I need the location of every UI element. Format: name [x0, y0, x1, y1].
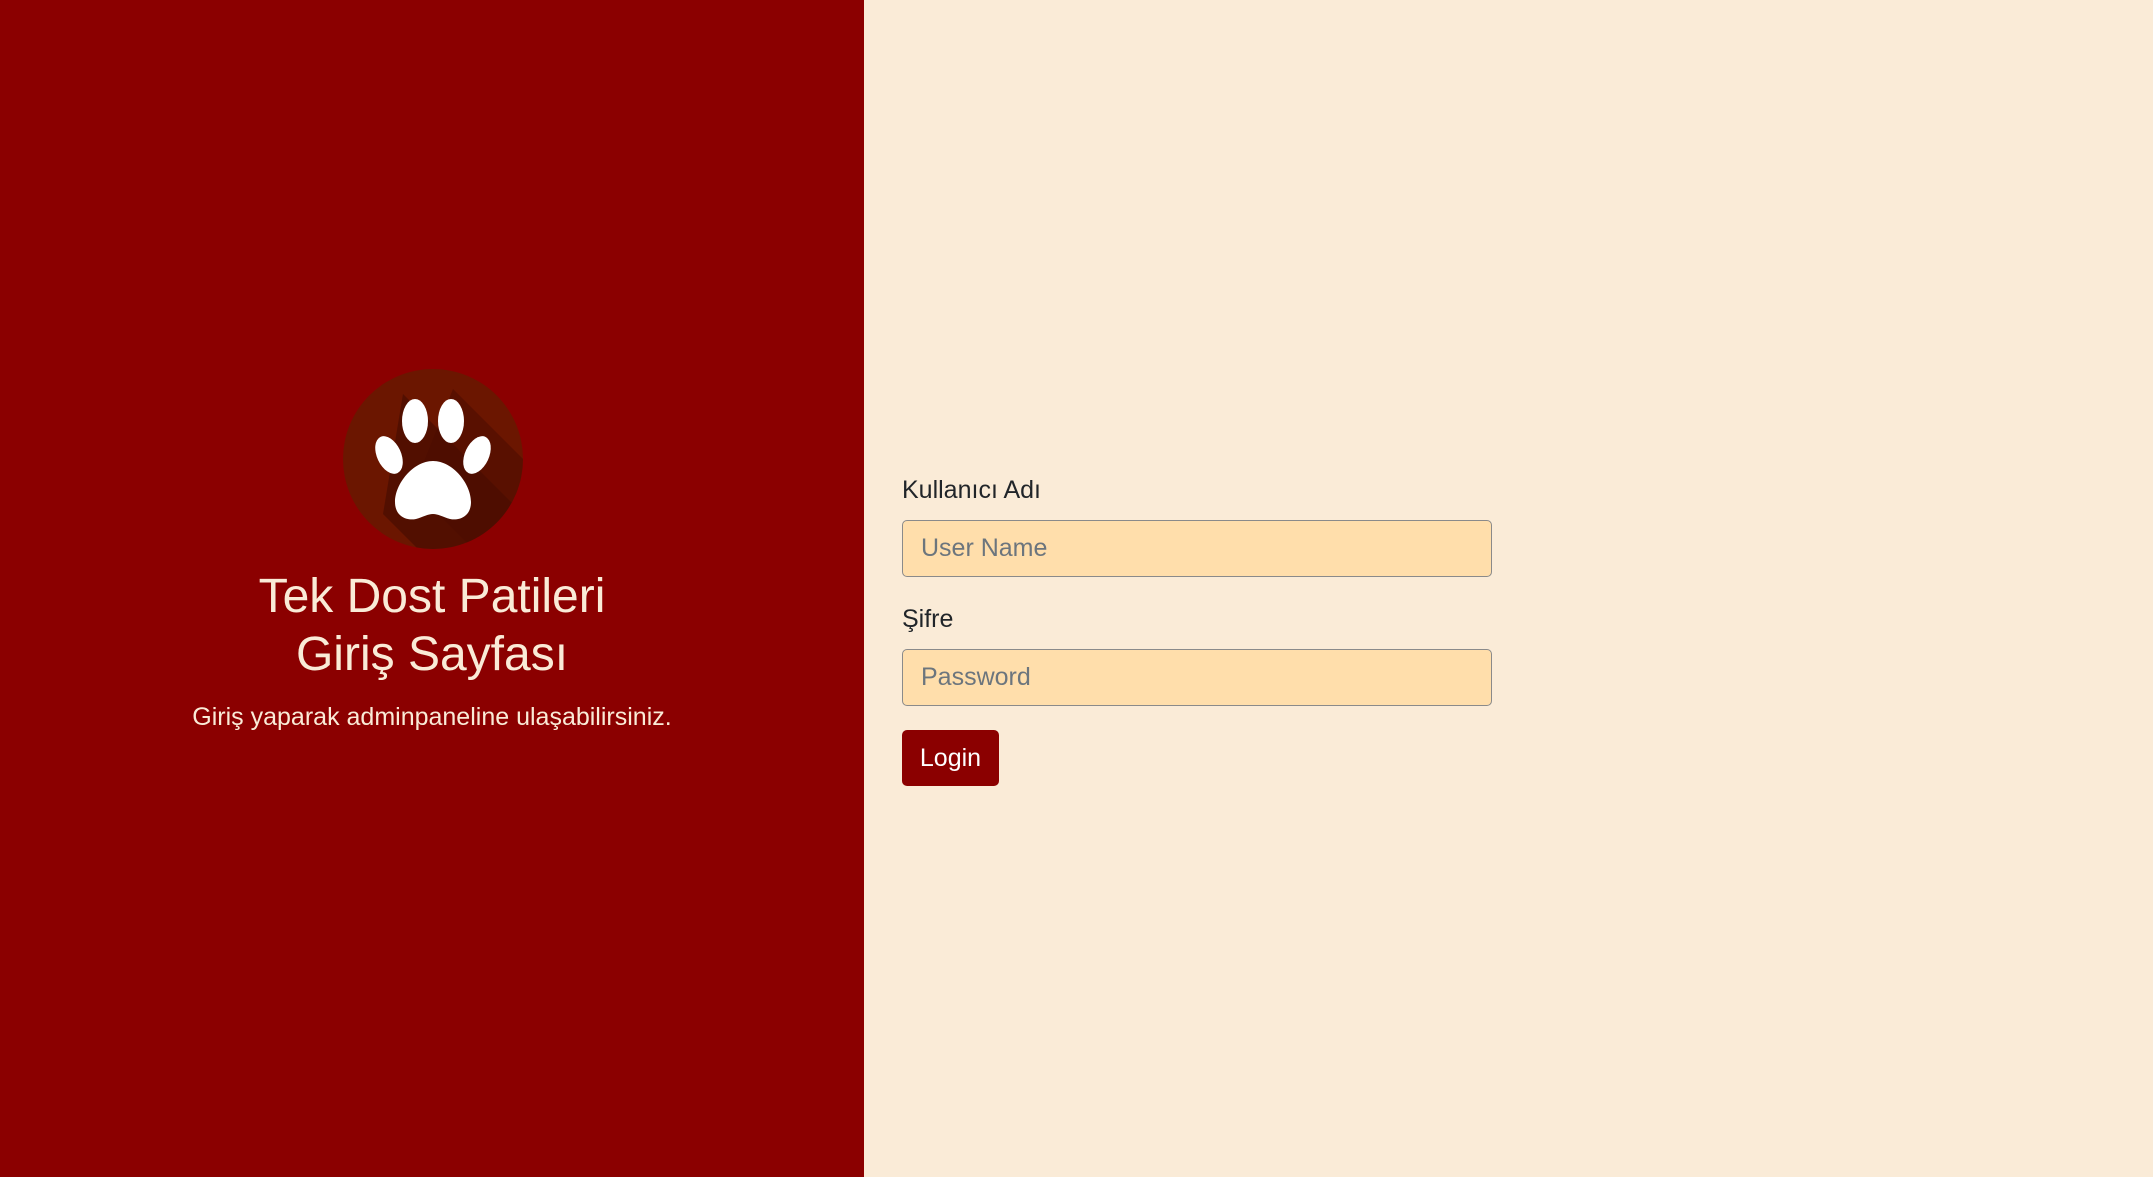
page-title: Tek Dost Patileri Giriş Sayfası: [0, 568, 864, 684]
title-line-1: Tek Dost Patileri: [258, 570, 606, 623]
brand-panel: Tek Dost Patileri Giriş Sayfası Giriş ya…: [0, 0, 864, 1177]
login-button[interactable]: Login: [902, 730, 999, 786]
password-field[interactable]: [902, 649, 1492, 706]
title-line-2: Giriş Sayfası: [295, 628, 569, 681]
password-label: Şifre: [902, 605, 954, 633]
login-page: Tek Dost Patileri Giriş Sayfası Giriş ya…: [0, 0, 2153, 1177]
paw-icon: [343, 369, 523, 549]
page-subtitle: Giriş yaparak adminpaneline ulaşabilirsi…: [192, 703, 672, 731]
username-field[interactable]: [902, 520, 1492, 577]
username-label: Kullanıcı Adı: [902, 476, 1041, 504]
form-panel: Kullanıcı Adı Şifre Login: [864, 0, 2153, 1177]
